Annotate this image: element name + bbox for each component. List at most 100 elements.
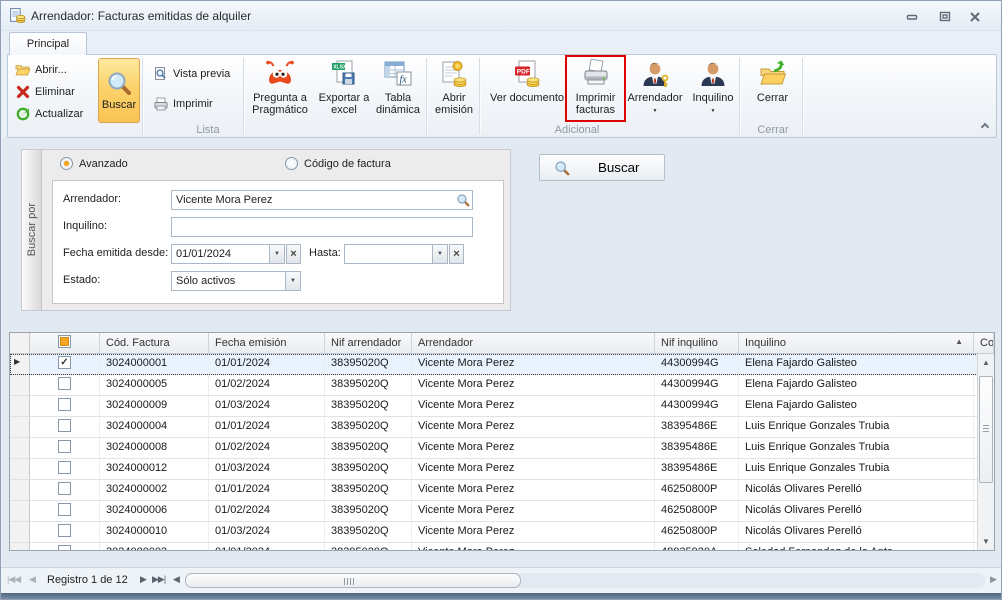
horizontal-scrollbar[interactable]	[185, 573, 985, 588]
row-checkbox[interactable]	[30, 501, 100, 522]
table-row[interactable]: 302400000501/02/202438395020QVicente Mor…	[10, 375, 994, 396]
table-row[interactable]: 302400000301/01/202438395020QVicente Mor…	[10, 543, 994, 550]
row-checkbox[interactable]	[30, 396, 100, 417]
vertical-scrollbar[interactable]: ▲ ▼	[977, 354, 994, 550]
horizontal-scrollbar-thumb[interactable]	[185, 573, 521, 588]
column-header-co[interactable]: Co	[974, 333, 994, 353]
landlord-menu-button[interactable]: Arrendador ▼	[626, 57, 684, 123]
cell-cod: 3024000004	[100, 417, 209, 438]
row-checkbox[interactable]	[30, 375, 100, 396]
status-dropdown-icon[interactable]: ▼	[285, 272, 300, 290]
row-indicator	[10, 501, 30, 522]
row-checkbox[interactable]	[30, 459, 100, 480]
open-button[interactable]: Abrir...	[12, 60, 70, 80]
column-header-fecha-emision[interactable]: Fecha emisión	[209, 333, 325, 353]
row-checkbox[interactable]: ✓	[30, 354, 100, 375]
radio-avanzado[interactable]: Avanzado	[60, 157, 128, 170]
open-emission-button[interactable]: Abrir emisión	[427, 57, 481, 123]
nav-next-icon[interactable]: ▶	[140, 574, 146, 585]
nav-first-icon[interactable]: |◀◀	[7, 574, 20, 585]
pivot-table-button[interactable]: fx Tabla dinámica	[372, 57, 424, 123]
column-header-nif-arrendador[interactable]: Nif arrendador	[325, 333, 412, 353]
tab-principal[interactable]: Principal	[9, 32, 87, 55]
person-icon	[698, 59, 728, 89]
ribbon-collapse-icon[interactable]	[978, 121, 992, 133]
refresh-label: Actualizar	[35, 108, 83, 120]
status-dropdown[interactable]: Sólo activos ▼	[171, 271, 301, 291]
radio-codigo-factura[interactable]: Código de factura	[285, 157, 391, 170]
tenant-menu-button[interactable]: Inquilino ▼	[688, 57, 738, 123]
cell-nif_i: 38395486E	[655, 459, 739, 480]
table-row[interactable]: 302400000201/01/202438395020QVicente Mor…	[10, 480, 994, 501]
scroll-up-icon[interactable]: ▲	[978, 354, 994, 371]
cell-cod: 3024000012	[100, 459, 209, 480]
table-row[interactable]: 302400000401/01/202438395020QVicente Mor…	[10, 417, 994, 438]
export-excel-button[interactable]: XLSX Exportar a excel	[318, 57, 370, 123]
print-invoices-button[interactable]: Imprimir facturas	[568, 57, 623, 123]
cell-nif_i: 38395486E	[655, 438, 739, 459]
column-header-arrendador[interactable]: Arrendador	[412, 333, 655, 353]
cell-fecha: 01/03/2024	[209, 522, 325, 543]
nav-last-icon[interactable]: ▶▶|	[152, 574, 165, 585]
cell-cod: 3024000003	[100, 543, 209, 550]
close-view-label: Cerrar	[757, 92, 788, 104]
search-panel-side-tab[interactable]: Buscar por	[22, 150, 42, 310]
column-header-nif-inquilino[interactable]: Nif inquilino	[655, 333, 739, 353]
minimize-icon[interactable]	[901, 9, 923, 25]
cell-arr: Vicente Mora Perez	[412, 522, 655, 543]
search-button[interactable]: Buscar	[539, 154, 665, 181]
restore-icon[interactable]	[934, 9, 956, 25]
table-row[interactable]: 302400000901/03/202438395020QVicente Mor…	[10, 396, 994, 417]
print-button[interactable]: Imprimir	[150, 94, 216, 114]
delete-button[interactable]: Eliminar	[12, 82, 78, 102]
column-header-cod-factura[interactable]: Cód. Factura	[100, 333, 209, 353]
row-checkbox[interactable]	[30, 480, 100, 501]
preview-button[interactable]: Vista previa	[150, 64, 233, 84]
date-from-field[interactable]: 01/01/2024 ▼	[171, 244, 285, 264]
cell-nif_a: 38395020Q	[325, 396, 412, 417]
ask-pragmatico-button[interactable]: Pregunta a Pragmático	[246, 57, 314, 123]
status-dropdown-value: Sólo activos	[172, 275, 285, 287]
invoice-grid: Cód. Factura Fecha emisión Nif arrendado…	[9, 332, 995, 551]
close-icon[interactable]	[964, 9, 986, 25]
date-from-clear-icon[interactable]: ×	[286, 244, 301, 264]
date-to-field[interactable]: ▼	[344, 244, 448, 264]
table-row[interactable]: 302400001001/03/202438395020QVicente Mor…	[10, 522, 994, 543]
landlord-field[interactable]: Vicente Mora Perez	[171, 190, 473, 210]
row-checkbox[interactable]	[30, 417, 100, 438]
vertical-scrollbar-thumb[interactable]	[979, 376, 993, 483]
row-checkbox[interactable]	[30, 522, 100, 543]
scroll-down-icon[interactable]: ▼	[978, 533, 994, 550]
ribbon-separator	[142, 58, 143, 134]
row-indicator: ▶	[10, 354, 30, 375]
view-document-button[interactable]: PDF Ver documento	[488, 57, 566, 123]
tenant-menu-label: Inquilino	[693, 92, 734, 104]
table-row[interactable]: 302400000601/02/202438395020QVicente Mor…	[10, 501, 994, 522]
tenant-field[interactable]	[171, 217, 473, 237]
table-row[interactable]: 302400000801/02/202438395020QVicente Mor…	[10, 438, 994, 459]
table-row[interactable]: 302400001201/03/202438395020QVicente Mor…	[10, 459, 994, 480]
landlord-field-value: Vicente Mora Perez	[172, 194, 454, 206]
cell-arr: Vicente Mora Perez	[412, 375, 655, 396]
row-checkbox[interactable]	[30, 438, 100, 459]
refresh-button[interactable]: Actualizar	[12, 104, 86, 124]
date-from-dropdown-icon[interactable]: ▼	[269, 245, 284, 263]
close-view-button[interactable]: Cerrar	[746, 57, 799, 123]
lookup-search-icon[interactable]	[454, 191, 472, 209]
cell-cod: 3024000009	[100, 396, 209, 417]
column-header-inquilino[interactable]: ▲Inquilino	[739, 333, 974, 353]
table-row[interactable]: ▶✓302400000101/01/202438395020QVicente M…	[10, 354, 994, 375]
cell-arr: Vicente Mora Perez	[412, 417, 655, 438]
date-to-clear-icon[interactable]: ×	[449, 244, 464, 264]
hscroll-right-icon[interactable]: ▶	[990, 574, 996, 585]
checkbox-icon	[58, 440, 71, 453]
excel-file-icon: XLSX	[329, 59, 359, 89]
row-checkbox[interactable]	[30, 543, 100, 550]
search-toggle-button[interactable]: Buscar	[98, 58, 140, 123]
hscroll-left-icon[interactable]: ◀	[173, 574, 179, 585]
cell-nif_i: 44300994G	[655, 375, 739, 396]
nav-prev-icon[interactable]: ◀	[29, 574, 35, 585]
cell-inq: Elena Fajardo Galisteo	[739, 396, 974, 417]
select-all-checkbox[interactable]	[30, 333, 100, 353]
date-to-dropdown-icon[interactable]: ▼	[432, 245, 447, 263]
